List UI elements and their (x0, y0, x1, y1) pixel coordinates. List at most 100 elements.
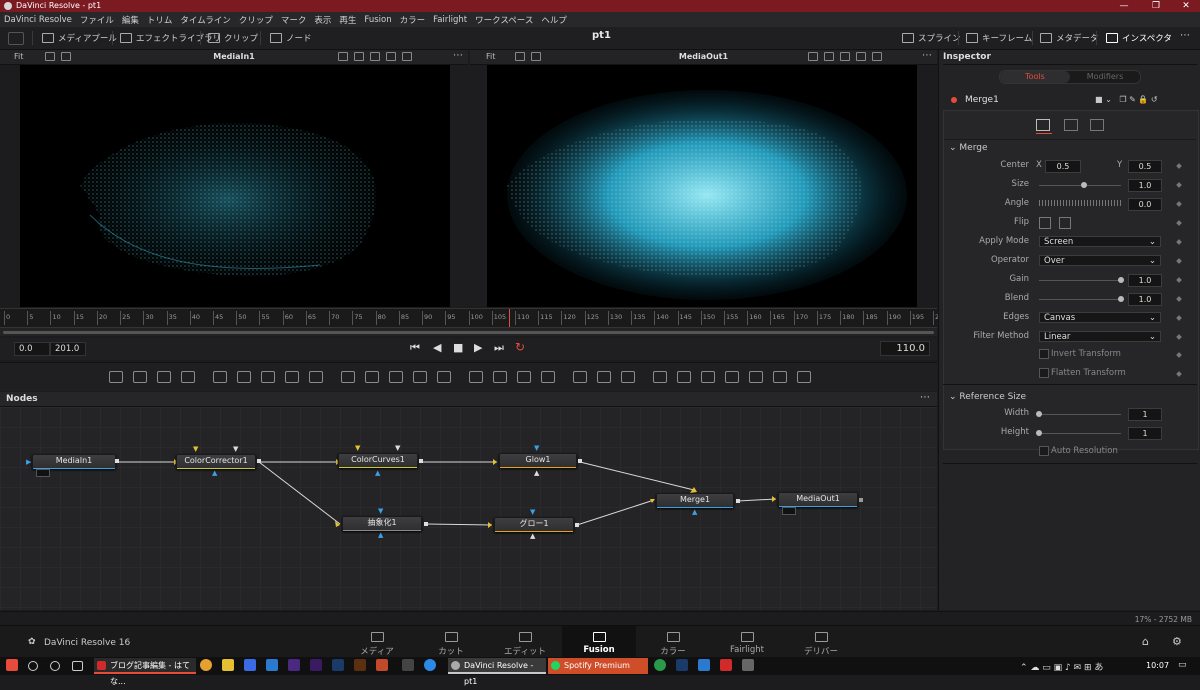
menu-item[interactable]: 編集 (122, 14, 139, 26)
curves-tool-icon[interactable] (237, 371, 251, 383)
node-colorcorrector[interactable]: ColorCorrector1 (176, 454, 256, 469)
blur-tool-icon[interactable] (309, 371, 323, 383)
output-port[interactable] (578, 459, 582, 463)
size-slider[interactable] (1039, 182, 1121, 188)
angle-dial[interactable] (1039, 200, 1121, 206)
ambient-light-icon[interactable] (797, 371, 811, 383)
viewer-tools[interactable] (805, 52, 885, 61)
render-end-field[interactable]: 201.0 (50, 342, 86, 356)
light3d-icon[interactable] (725, 371, 739, 383)
filter-select[interactable]: Linear ⌄ (1039, 331, 1161, 342)
effects-library-button[interactable]: エフェクトライブラリ (120, 30, 221, 46)
home-icon[interactable]: ⌂ (1142, 635, 1149, 648)
keyframe-icon[interactable] (1176, 258, 1182, 264)
node-editor[interactable]: MediaIn1 ▶ ColorCorrector1 ▼ ▼ ▲ ColorCu… (0, 407, 937, 610)
menu-item[interactable]: タイムライン (180, 14, 230, 26)
app-icon[interactable] (402, 659, 414, 671)
more-options-icon[interactable]: ⋯ (453, 50, 463, 61)
app-icon[interactable] (376, 659, 388, 671)
menu-item[interactable]: 再生 (339, 14, 356, 26)
operator-select[interactable]: Over ⌄ (1039, 255, 1161, 266)
taskbar-app-spotify[interactable]: Spotify Premium (548, 658, 648, 674)
tab-modifiers[interactable]: Modifiers (1070, 71, 1140, 83)
right-viewer-canvas[interactable] (487, 65, 917, 307)
resize-tool-icon[interactable] (365, 371, 379, 383)
playhead[interactable] (509, 309, 510, 327)
page-color[interactable]: カラー (636, 626, 710, 658)
metadata-button[interactable]: メタデータ (1040, 30, 1099, 46)
keyframe-icon[interactable] (1176, 182, 1182, 188)
chrome-icon[interactable] (200, 659, 212, 671)
viewer-tools[interactable] (335, 52, 415, 61)
app-icon[interactable] (266, 659, 278, 671)
width-slider[interactable] (1036, 411, 1121, 417)
app-icon[interactable] (720, 659, 732, 671)
shape3d-icon[interactable] (653, 371, 667, 383)
menu-item[interactable]: Fusion (364, 15, 391, 25)
node-merge[interactable]: Merge1 (656, 493, 734, 508)
node-abstract[interactable]: 抽象化1 (342, 516, 422, 531)
node-mediain[interactable]: MediaIn1 (32, 454, 116, 469)
steam-icon[interactable] (676, 659, 688, 671)
transform-tool-icon[interactable] (413, 371, 427, 383)
merge3d-icon[interactable] (749, 371, 763, 383)
keyframe-icon[interactable] (1176, 315, 1182, 321)
height-slider-knob[interactable] (1036, 430, 1042, 436)
chevron-down-icon[interactable] (8, 32, 24, 45)
explorer-icon[interactable] (222, 659, 234, 671)
go-to-start-icon[interactable]: ⏮ (410, 341, 420, 355)
more-options-icon[interactable]: ⋯ (922, 50, 932, 61)
merge-tool-icon[interactable] (341, 371, 355, 383)
menu-item[interactable]: 表示 (314, 14, 331, 26)
flip-vertical-icon[interactable] (1059, 217, 1071, 229)
app-icon[interactable] (654, 659, 666, 671)
output-port[interactable] (424, 522, 428, 526)
output-port[interactable] (257, 459, 261, 463)
photoshop-icon[interactable] (332, 659, 344, 671)
minimize-icon[interactable]: — (1110, 0, 1138, 12)
after-effects-icon[interactable] (288, 659, 300, 671)
node-glow-jp[interactable]: グロー1 (494, 517, 574, 532)
menu-item[interactable]: カラー (400, 14, 426, 26)
keyframe-icon[interactable] (1176, 277, 1182, 283)
loop-icon[interactable]: ↻ (515, 340, 525, 354)
node-colorcurves[interactable]: ColorCurves1 (338, 453, 418, 468)
keyframe-icon[interactable] (1176, 352, 1182, 358)
keyframe-icon[interactable] (1176, 296, 1182, 302)
stop-icon[interactable]: ■ (453, 341, 463, 354)
brightness-tool-icon[interactable] (285, 371, 299, 383)
page-media[interactable]: メディア (340, 626, 414, 658)
illustrator-icon[interactable] (354, 659, 366, 671)
menu-item[interactable]: Fairlight (433, 15, 467, 25)
cortana-icon[interactable] (50, 661, 60, 671)
node-glow[interactable]: Glow1 (499, 453, 577, 468)
output-port[interactable] (736, 499, 740, 503)
corner-pin-tool-icon[interactable] (437, 371, 451, 383)
menu-item[interactable]: クリップ (239, 14, 273, 26)
tool-enable-icon[interactable] (951, 97, 957, 103)
keyframe-icon[interactable] (1176, 201, 1182, 207)
taskbar-app-resolve[interactable]: DaVinci Resolve - pt1 (448, 658, 546, 686)
maximize-icon[interactable]: ❐ (1142, 0, 1170, 12)
flip-horizontal-icon[interactable] (1039, 217, 1051, 229)
menu-item[interactable]: トリム (147, 14, 173, 26)
left-viewer-canvas[interactable] (20, 65, 450, 307)
text-tool-icon[interactable] (157, 371, 171, 383)
blend-slider[interactable] (1039, 296, 1124, 302)
app-icon[interactable] (742, 659, 754, 671)
settings-tab-icon[interactable] (1064, 119, 1078, 131)
particles-tool-icon[interactable] (213, 371, 227, 383)
go-to-end-icon[interactable]: ⏭ (494, 341, 504, 355)
nodes-button[interactable]: ノード (270, 30, 312, 46)
app-icon[interactable] (424, 659, 436, 671)
auto-resolution-checkbox[interactable] (1039, 446, 1049, 456)
windows-start-icon[interactable] (6, 659, 18, 671)
gain-input[interactable]: 1.0 (1128, 274, 1162, 287)
matte-tool-icon[interactable] (389, 371, 403, 383)
menu-item[interactable]: DaVinci Resolve (4, 15, 72, 25)
time-ruler[interactable]: 0 5 10 15 20 25 30 35 40 45 50 55 60 65 70 75 80 85 90 95 10… (0, 308, 943, 328)
invert-transform-checkbox[interactable] (1039, 349, 1049, 359)
background-tool-icon[interactable] (109, 371, 123, 383)
height-slider[interactable] (1036, 430, 1121, 436)
notifications-icon[interactable]: ▭ (1178, 660, 1187, 670)
